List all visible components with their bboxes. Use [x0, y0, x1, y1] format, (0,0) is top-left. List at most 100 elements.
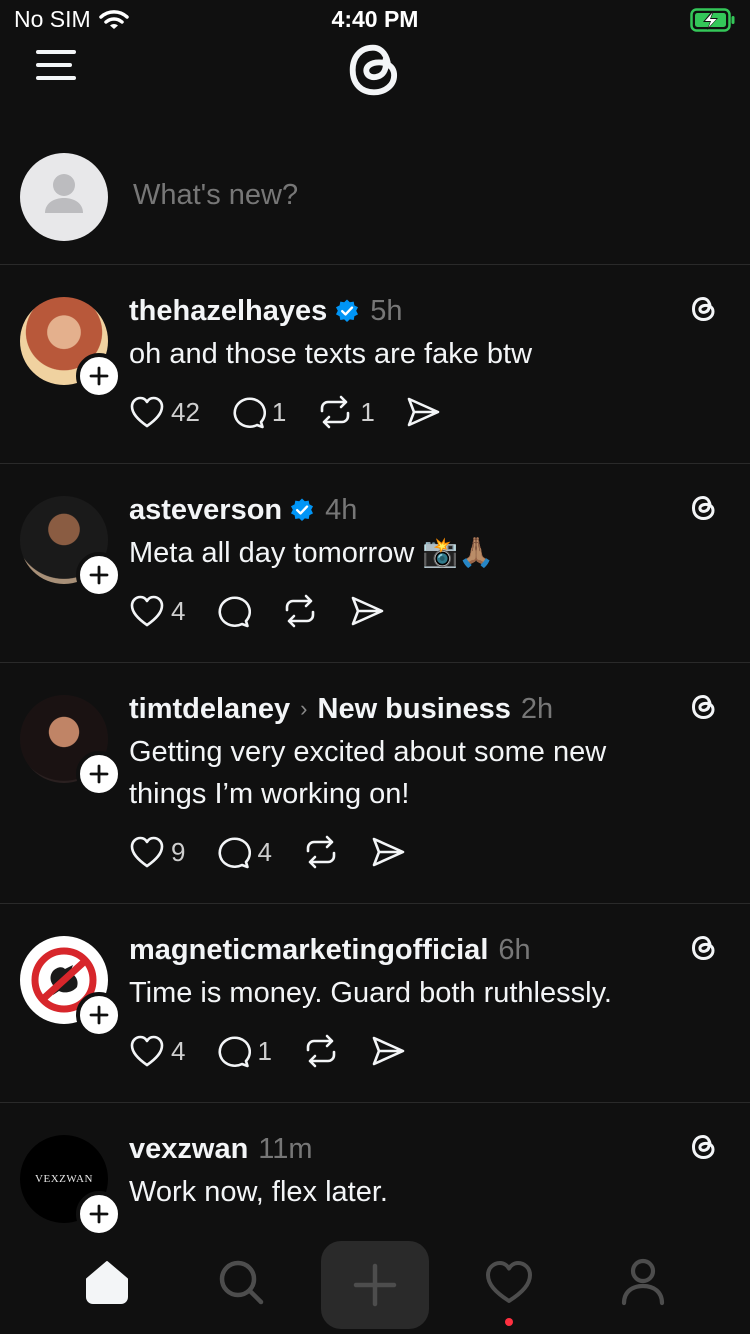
post-header: thehazelhayes 5h — [129, 292, 670, 330]
user-avatar — [20, 153, 108, 241]
send-icon — [352, 596, 384, 626]
repost-button[interactable]: 1 — [316, 395, 375, 429]
heart-icon — [486, 1261, 532, 1303]
comment-icon — [218, 596, 252, 628]
threads-icon[interactable] — [688, 1131, 720, 1163]
heart-icon — [130, 836, 164, 868]
like-button[interactable]: 4 — [129, 1034, 185, 1068]
repost-icon — [286, 594, 315, 628]
heart-icon — [130, 1035, 164, 1067]
reply-button[interactable] — [215, 594, 252, 628]
thread-post[interactable]: VEXZWAN vexzwan 11m Work now, flex later… — [0, 1103, 750, 1243]
like-count: 4 — [171, 595, 186, 626]
post-avatar[interactable]: VEXZWAN — [20, 1135, 122, 1237]
share-button[interactable] — [370, 1034, 406, 1068]
post-avatar[interactable] — [20, 936, 122, 1038]
post-username[interactable]: timtdelaney — [129, 690, 290, 728]
composer-placeholder[interactable]: What's new? — [133, 179, 298, 212]
share-button[interactable] — [349, 594, 385, 628]
post-content: thehazelhayes 5h oh and those texts are … — [129, 292, 670, 435]
like-button[interactable]: 4 — [129, 594, 185, 628]
like-button[interactable]: 42 — [129, 395, 200, 429]
threads-logo[interactable] — [341, 36, 409, 104]
like-count: 4 — [171, 1035, 186, 1066]
share-button[interactable] — [405, 395, 441, 429]
tab-home[interactable] — [53, 1238, 161, 1326]
post-timestamp: 2h — [520, 693, 554, 725]
thread-post[interactable]: asteverson 4h Meta all day tomorrow 📸🙏🏽 … — [0, 464, 750, 663]
comment-icon — [233, 397, 266, 429]
post-text: Getting very excited about some new thin… — [129, 736, 607, 810]
send-icon — [372, 1036, 405, 1066]
menu-icon[interactable] — [36, 50, 76, 90]
tab-search[interactable] — [187, 1238, 295, 1326]
post-content: asteverson 4h Meta all day tomorrow 📸🙏🏽 … — [129, 491, 670, 634]
reply-button[interactable]: 1 — [215, 1034, 272, 1068]
post-timestamp: 6h — [498, 934, 531, 966]
post-content: magneticmarketingofficial 6h Time is mon… — [129, 931, 670, 1074]
home-icon — [86, 1261, 128, 1304]
threads-icon[interactable] — [688, 492, 720, 524]
battery-charging-icon — [690, 8, 735, 32]
thread-post[interactable]: timtdelaney › New business 2h Getting ve… — [0, 663, 750, 904]
post-topic[interactable]: New business — [318, 690, 511, 728]
post-avatar[interactable] — [20, 297, 122, 399]
post-avatar[interactable] — [20, 496, 122, 598]
like-count: 42 — [171, 396, 200, 427]
repost-button[interactable] — [281, 594, 319, 628]
send-icon — [372, 837, 405, 867]
default-avatar-icon — [45, 174, 83, 213]
repost-button[interactable] — [302, 835, 340, 869]
post-text: Meta all day tomorrow 📸🙏🏽 — [129, 537, 495, 569]
follow-plus-icon[interactable] — [76, 552, 122, 598]
plus-icon — [353, 1263, 397, 1307]
profile-icon — [621, 1258, 665, 1306]
follow-plus-icon[interactable] — [76, 1191, 122, 1237]
post-content: vexzwan 11m Work now, flex later. — [129, 1130, 670, 1213]
share-button[interactable] — [370, 835, 406, 869]
reply-button[interactable]: 1 — [230, 395, 286, 429]
feed: thehazelhayes 5h oh and those texts are … — [0, 265, 750, 1243]
post-timestamp: 4h — [325, 494, 358, 526]
post-text: Work now, flex later. — [129, 1176, 388, 1208]
post-header: asteverson 4h — [129, 491, 670, 529]
reply-count: 1 — [257, 1035, 272, 1066]
post-username[interactable]: asteverson — [129, 491, 282, 529]
reply-count: 4 — [257, 836, 272, 867]
repost-icon — [321, 395, 350, 429]
follow-plus-icon[interactable] — [76, 992, 122, 1038]
threads-icon[interactable] — [688, 932, 720, 964]
threads-icon[interactable] — [688, 293, 720, 325]
repost-button[interactable] — [302, 1034, 340, 1068]
verified-badge-icon — [334, 298, 360, 324]
post-content: timtdelaney › New business 2h Getting ve… — [129, 690, 670, 875]
thread-post[interactable]: magneticmarketingofficial 6h Time is mon… — [0, 904, 750, 1103]
post-username[interactable]: vexzwan — [129, 1130, 248, 1168]
comment-icon — [218, 1036, 252, 1068]
tab-profile[interactable] — [589, 1238, 697, 1326]
post-username[interactable]: thehazelhayes — [129, 292, 327, 330]
search-icon — [219, 1260, 264, 1305]
like-button[interactable]: 9 — [129, 835, 185, 869]
post-username[interactable]: magneticmarketingofficial — [129, 931, 488, 969]
heart-icon — [130, 595, 164, 627]
bottom-tab-bar — [0, 1238, 750, 1334]
threads-icon[interactable] — [688, 691, 720, 723]
tab-compose[interactable] — [321, 1241, 429, 1329]
comment-icon — [218, 837, 252, 869]
avatar-logo-text: VEXZWAN — [35, 1173, 93, 1185]
app-header — [0, 44, 750, 114]
follow-plus-icon[interactable] — [76, 353, 122, 399]
post-avatar[interactable] — [20, 695, 122, 797]
follow-plus-icon[interactable] — [76, 751, 122, 797]
reply-button[interactable]: 4 — [215, 835, 272, 869]
post-actions: 4 1 — [129, 1028, 670, 1074]
post-timestamp: 11m — [258, 1133, 313, 1165]
heart-icon — [130, 396, 164, 428]
thread-post[interactable]: thehazelhayes 5h oh and those texts are … — [0, 265, 750, 464]
new-thread-composer[interactable]: What's new? — [0, 150, 750, 265]
repost-icon — [306, 1034, 336, 1068]
post-timestamp: 5h — [370, 295, 403, 327]
tab-activity[interactable] — [455, 1238, 563, 1326]
post-text: Time is money. Guard both ruthlessly. — [129, 977, 612, 1009]
